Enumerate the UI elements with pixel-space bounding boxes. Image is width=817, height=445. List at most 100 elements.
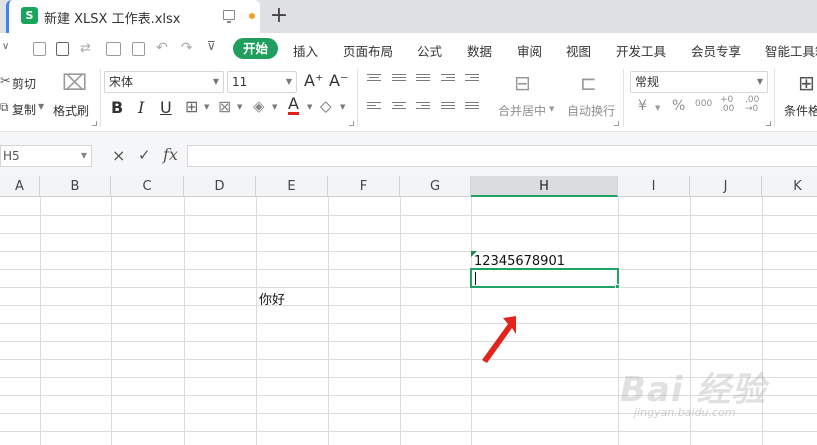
tab-data[interactable]: 数据 <box>467 41 492 60</box>
tab-smart-toolbox[interactable]: 智能工具箱 <box>765 41 817 60</box>
increase-indent-icon[interactable] <box>465 74 479 86</box>
column-header-g[interactable]: G <box>400 176 471 197</box>
font-name-select[interactable]: 宋体 ▼ <box>104 71 224 93</box>
customize-toolbar-icon[interactable]: ⊽ <box>207 39 216 53</box>
decrease-decimal-icon[interactable]: .00 →0 <box>745 96 759 114</box>
column-header-b[interactable]: B <box>40 176 111 197</box>
column-header-j[interactable]: J <box>690 176 762 197</box>
merge-center-icon[interactable]: ⊟ <box>514 71 531 95</box>
chevron-down-icon[interactable]: ▼ <box>340 103 345 111</box>
number-format-select[interactable]: 常规 ▼ <box>630 71 768 93</box>
dialog-launcher-icon[interactable] <box>92 121 97 126</box>
chevron-down-icon[interactable]: ▼ <box>204 103 209 111</box>
cell-style-icon[interactable]: ⊠ <box>218 97 231 116</box>
distributed-align-icon[interactable] <box>465 102 479 114</box>
italic-button[interactable]: I <box>138 98 144 117</box>
align-bottom-icon[interactable] <box>416 74 430 86</box>
font-name-value: 宋体 <box>109 75 134 89</box>
chevron-down-icon[interactable]: ▼ <box>237 103 242 111</box>
copy-button[interactable]: 复制 <box>12 101 36 118</box>
watermark-logo: Bai 经验 <box>620 370 767 410</box>
name-box[interactable]: H5 ▼ <box>0 145 92 167</box>
justify-icon[interactable] <box>441 102 455 114</box>
dialog-launcher-icon[interactable] <box>614 121 619 126</box>
print-preview-icon[interactable] <box>132 42 145 56</box>
cell-h4[interactable]: 12345678901 <box>474 254 565 269</box>
insert-function-icon[interactable]: fx <box>163 145 178 164</box>
decrease-indent-icon[interactable] <box>441 74 455 86</box>
column-header-a[interactable]: A <box>0 176 40 197</box>
tab-formulas[interactable]: 公式 <box>417 41 442 60</box>
chevron-down-icon[interactable]: ▼ <box>549 105 554 113</box>
column-header-h[interactable]: H <box>471 176 618 197</box>
tab-review[interactable]: 审阅 <box>517 41 542 60</box>
column-header-c[interactable]: C <box>111 176 184 197</box>
confirm-icon[interactable]: ✓ <box>138 146 151 164</box>
font-size-select[interactable]: 11 ▼ <box>227 71 297 93</box>
currency-button[interactable]: ¥ <box>638 98 647 114</box>
cancel-icon[interactable]: × <box>112 146 125 165</box>
column-header-k[interactable]: K <box>762 176 817 197</box>
merge-center-button[interactable]: 合并居中 <box>498 102 546 119</box>
chevron-down-icon: ▼ <box>285 77 292 86</box>
column-header-d[interactable]: D <box>184 176 256 197</box>
tab-page-layout[interactable]: 页面布局 <box>343 41 393 60</box>
align-right-icon[interactable] <box>416 102 430 114</box>
print-icon[interactable] <box>106 42 121 56</box>
dialog-launcher-icon[interactable] <box>766 121 771 126</box>
document-tab[interactable]: S 新建 XLSX 工作表.xlsx <box>6 0 260 33</box>
column-header-e[interactable]: E <box>256 176 328 197</box>
wrap-text-icon[interactable]: ⊏ <box>580 71 597 95</box>
thousands-separator-button[interactable]: 000 <box>695 99 712 109</box>
share-icon[interactable]: ⇄ <box>80 41 91 56</box>
border-icon[interactable]: ⊞ <box>185 97 198 116</box>
tab-home[interactable]: 开始 <box>233 38 278 59</box>
save-icon[interactable] <box>56 42 69 56</box>
chevron-down-icon[interactable]: ▼ <box>272 103 277 111</box>
increase-font-size-button[interactable]: A⁺ <box>304 71 323 90</box>
cell-e6[interactable]: 你好 <box>259 289 285 308</box>
fill-handle[interactable] <box>615 284 620 289</box>
conditional-format-icon[interactable]: ⊞ <box>798 71 815 95</box>
format-painter-button[interactable]: 格式刷 <box>53 102 89 119</box>
redo-icon[interactable]: ↷ <box>181 40 193 56</box>
undo-icon[interactable]: ↶ <box>156 40 168 56</box>
bold-button[interactable]: B <box>111 98 123 117</box>
chevron-down-icon[interactable]: ∨ <box>2 41 9 52</box>
align-top-icon[interactable] <box>367 74 381 86</box>
percent-button[interactable]: % <box>672 98 685 114</box>
increase-decimal-icon[interactable]: +0.00 <box>720 96 734 114</box>
decrease-font-size-button[interactable]: A⁻ <box>329 71 348 90</box>
align-middle-icon[interactable] <box>392 74 406 86</box>
chevron-down-icon[interactable]: ▼ <box>38 102 44 111</box>
chevron-down-icon[interactable]: ▼ <box>655 104 660 112</box>
active-cell-h5[interactable] <box>470 268 619 288</box>
grid-line <box>111 197 112 445</box>
formula-input[interactable] <box>187 145 817 167</box>
monitor-icon[interactable] <box>223 10 235 23</box>
align-center-icon[interactable] <box>392 102 406 114</box>
tab-member[interactable]: 会员专享 <box>691 41 741 60</box>
new-file-icon[interactable] <box>33 42 46 56</box>
tab-insert[interactable]: 插入 <box>293 41 318 60</box>
fill-color-icon[interactable]: ◈ <box>253 97 265 115</box>
wrap-text-button[interactable]: 自动换行 <box>567 102 615 119</box>
cut-button[interactable]: 剪切 <box>12 75 36 92</box>
font-color-button[interactable]: A <box>288 96 299 115</box>
align-left-icon[interactable] <box>367 102 381 114</box>
eraser-icon[interactable]: ◇ <box>320 97 332 115</box>
conditional-format-button[interactable]: 条件格式 <box>784 102 817 119</box>
column-header-f[interactable]: F <box>328 176 400 197</box>
tab-developer[interactable]: 开发工具 <box>616 41 666 60</box>
grid-line <box>0 323 817 324</box>
chevron-down-icon[interactable]: ▼ <box>307 103 312 111</box>
underline-button[interactable]: U <box>160 98 172 117</box>
scissors-icon[interactable]: ✂ <box>0 74 11 89</box>
dialog-launcher-icon[interactable] <box>349 121 354 126</box>
new-tab-button[interactable]: + <box>268 2 290 30</box>
copy-icon[interactable]: ⧉ <box>0 100 9 115</box>
grid-line <box>0 359 817 360</box>
format-painter-icon[interactable]: ⌧ <box>62 71 87 96</box>
tab-view[interactable]: 视图 <box>566 41 591 60</box>
column-header-i[interactable]: I <box>618 176 690 197</box>
